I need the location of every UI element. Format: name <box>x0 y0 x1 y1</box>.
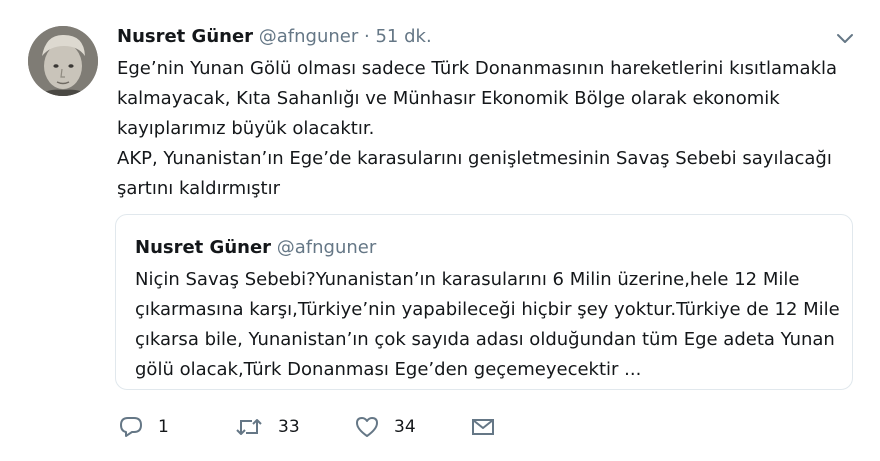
tweet-text-line: AKP, Yunanistan’ın Ege’de karasularını g… <box>117 148 832 169</box>
quoted-text-line: çıkarsa bile, Yunanistan’ın çok sayıda a… <box>135 329 835 350</box>
tweet-text: Ege’nin Yunan Gölü olması sadece Türk Do… <box>117 54 857 204</box>
reply-icon <box>120 417 142 437</box>
message-button[interactable] <box>470 412 496 442</box>
timestamp[interactable]: 51 dk. <box>375 26 431 47</box>
avatar[interactable] <box>28 26 98 96</box>
quoted-author-name: Nusret Güner <box>135 237 272 258</box>
retweet-icon <box>236 419 262 435</box>
tweet-text-line: kayıplarımız büyük olacaktır. <box>117 118 375 139</box>
reply-count: 1 <box>158 417 169 437</box>
tweet[interactable]: Nusret Güner @afnguner · 51 dk. Ege’nin … <box>0 0 880 461</box>
author-name[interactable]: Nusret Güner <box>117 26 253 47</box>
retweet-button[interactable]: 33 <box>234 412 300 442</box>
separator-dot: · <box>364 26 370 47</box>
tweet-header: Nusret Güner @afnguner · 51 dk. <box>117 24 432 50</box>
chevron-down-icon[interactable] <box>836 31 854 45</box>
quoted-text-line: çıkarmasına karşı,Türkiye’nin yapabilece… <box>135 299 840 320</box>
quoted-tweet-text: Niçin Savaş Sebebi?Yunanistan’ın karasul… <box>135 265 840 385</box>
tweet-text-line: şartını kaldırmıştır <box>117 178 281 199</box>
heart-icon <box>356 417 378 437</box>
quoted-author-handle: @afnguner <box>276 237 377 258</box>
like-button[interactable]: 34 <box>354 412 416 442</box>
tweet-text-line: kalmayacak, Kıta Sahanlığı ve Münhasır E… <box>117 88 780 109</box>
reply-button[interactable]: 1 <box>118 412 169 442</box>
avatar-photo <box>28 26 98 96</box>
quoted-tweet-header: Nusret Güner @afnguner <box>135 235 376 261</box>
like-count: 34 <box>394 417 416 437</box>
retweet-count: 33 <box>278 417 300 437</box>
tweet-text-line: Ege’nin Yunan Gölü olması sadece Türk Do… <box>117 58 838 79</box>
author-handle[interactable]: @afnguner <box>259 26 359 47</box>
envelope-icon <box>472 419 494 435</box>
quoted-tweet[interactable]: Nusret Güner @afnguner Niçin Savaş Sebeb… <box>115 214 853 390</box>
quoted-text-line: Niçin Savaş Sebebi?Yunanistan’ın karasul… <box>135 269 800 290</box>
quoted-text-line: gölü olacak,Türk Donanması Ege’den geçem… <box>135 359 642 380</box>
